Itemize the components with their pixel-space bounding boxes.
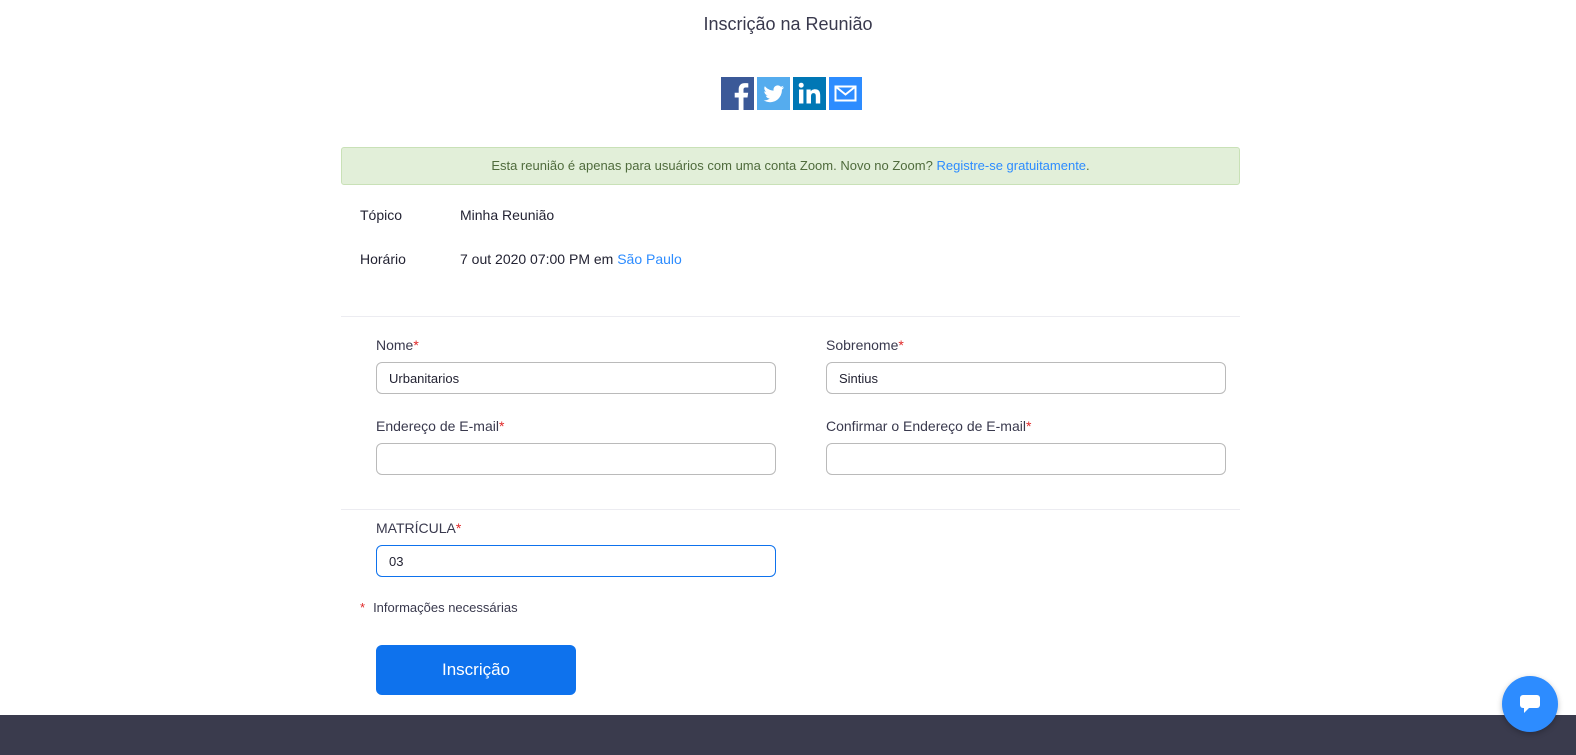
matricula-input[interactable] xyxy=(376,545,776,577)
page-footer xyxy=(0,715,1576,755)
time-text: 7 out 2020 07:00 PM em xyxy=(460,251,614,267)
time-label: Horário xyxy=(360,251,406,267)
notice-suffix: . xyxy=(1086,158,1090,173)
section-divider xyxy=(341,316,1240,317)
required-star: * xyxy=(455,520,462,536)
page-title: Inscrição na Reunião xyxy=(703,14,873,34)
email-input[interactable] xyxy=(376,443,776,475)
register-submit-button[interactable]: Inscrição xyxy=(376,645,576,695)
required-star: * xyxy=(1025,418,1032,434)
required-star: * xyxy=(898,337,904,353)
required-star: * xyxy=(498,418,505,434)
matricula-label: MATRÍCULA* xyxy=(376,520,462,536)
last-name-label: Sobrenome* xyxy=(826,337,904,353)
first-name-label: Nome* xyxy=(376,337,419,353)
chat-button[interactable] xyxy=(1502,676,1558,732)
required-info-text: Informações necessárias xyxy=(373,600,518,615)
topic-label: Tópico xyxy=(360,207,403,223)
twitter-icon[interactable] xyxy=(757,77,790,110)
required-info-note: * Informações necessárias xyxy=(360,600,518,615)
required-star: * xyxy=(360,600,366,615)
email-label: Endereço de E-mail* xyxy=(376,418,505,434)
share-bar xyxy=(721,77,862,110)
zoom-account-notice: Esta reunião é apenas para usuários com … xyxy=(341,147,1240,185)
topic-value: Minha Reunião xyxy=(460,207,555,223)
time-value: 7 out 2020 07:00 PM em São Paulo xyxy=(460,251,682,267)
first-name-input[interactable] xyxy=(376,362,776,394)
email-icon[interactable] xyxy=(829,77,862,110)
chat-bubble-icon xyxy=(1520,695,1540,713)
linkedin-icon[interactable] xyxy=(793,77,826,110)
section-divider xyxy=(341,509,1240,510)
notice-text: Esta reunião é apenas para usuários com … xyxy=(491,158,933,173)
required-star: * xyxy=(413,337,419,353)
confirm-email-input[interactable] xyxy=(826,443,1226,475)
last-name-input[interactable] xyxy=(826,362,1226,394)
timezone-link[interactable]: São Paulo xyxy=(617,251,682,267)
facebook-icon[interactable] xyxy=(721,77,754,110)
confirm-email-label: Confirmar o Endereço de E-mail* xyxy=(826,418,1032,434)
register-free-link[interactable]: Registre-se gratuitamente xyxy=(936,158,1086,173)
